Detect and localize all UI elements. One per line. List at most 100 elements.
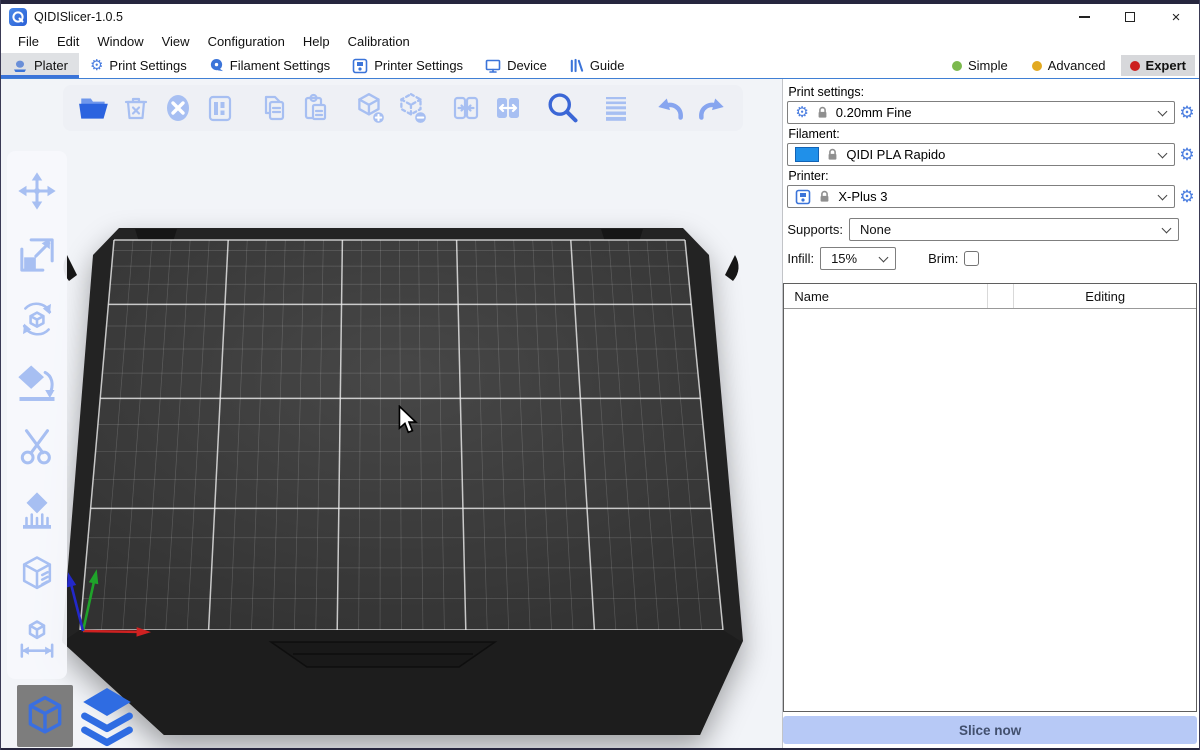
close-button[interactable]: × <box>1153 4 1199 30</box>
rotate-button[interactable] <box>15 297 59 341</box>
column-editing[interactable]: Editing <box>1014 284 1196 308</box>
printer-label: Printer: <box>788 169 1197 183</box>
menu-calibration[interactable]: Calibration <box>339 32 419 51</box>
paste-button[interactable] <box>295 87 337 129</box>
delete-all-button[interactable] <box>157 87 199 129</box>
close-icon: × <box>1172 10 1181 25</box>
open-folder-icon <box>77 91 111 125</box>
brim-checkbox[interactable] <box>964 251 979 266</box>
mode-label: Simple <box>968 58 1008 73</box>
maximize-button[interactable] <box>1107 4 1153 30</box>
copy-button[interactable] <box>253 87 295 129</box>
place-on-face-button[interactable] <box>15 361 59 405</box>
slice-now-button[interactable]: Slice now <box>783 716 1197 744</box>
printer-combo-icon <box>795 189 811 205</box>
mode-label: Expert <box>1146 58 1186 73</box>
cut-button[interactable] <box>15 425 59 469</box>
filament-label: Filament: <box>788 127 1197 141</box>
tab-guide[interactable]: Guide <box>558 53 636 78</box>
add-instance-icon <box>353 91 387 125</box>
menu-help[interactable]: Help <box>294 32 339 51</box>
split-to-objects-icon <box>450 92 482 124</box>
printer-combo[interactable]: X-Plus 3 <box>787 185 1175 208</box>
open-button[interactable] <box>73 87 115 129</box>
copy-icon <box>258 92 290 124</box>
app-logo-icon <box>9 8 27 26</box>
supports-value: None <box>860 222 891 237</box>
brim-label: Brim: <box>928 251 958 266</box>
printer-value: X-Plus 3 <box>838 189 887 204</box>
edit-filament-button[interactable]: ⚙ <box>1177 146 1197 163</box>
simple-dot-icon <box>952 61 962 71</box>
filament-combo[interactable]: QIDI PLA Rapido <box>787 143 1175 166</box>
preview-icon <box>79 685 135 747</box>
move-button[interactable] <box>15 169 59 213</box>
printer-icon <box>352 58 368 74</box>
mode-expert[interactable]: Expert <box>1121 55 1195 76</box>
3d-viewport[interactable] <box>1 79 783 750</box>
menu-edit[interactable]: Edit <box>48 32 88 51</box>
mode-advanced[interactable]: Advanced <box>1023 55 1115 76</box>
tab-label: Print Settings <box>109 58 186 73</box>
column-name[interactable]: Name <box>784 284 988 308</box>
advanced-dot-icon <box>1032 61 1042 71</box>
variable-layer-height-button[interactable] <box>595 87 637 129</box>
arrange-button[interactable] <box>199 87 241 129</box>
tab-plater[interactable]: Plater <box>1 53 79 78</box>
search-button[interactable] <box>541 87 583 129</box>
add-instance-button[interactable] <box>349 87 391 129</box>
scale-button[interactable] <box>15 233 59 277</box>
app-window: QIDISlicer-1.0.5 × File Edit Window View… <box>0 0 1200 750</box>
window-title: QIDISlicer-1.0.5 <box>34 10 123 24</box>
tab-label: Device <box>507 58 547 73</box>
menu-window[interactable]: Window <box>88 32 152 51</box>
titlebar: QIDISlicer-1.0.5 × <box>1 4 1199 30</box>
delete-icon <box>120 92 152 124</box>
search-icon <box>544 90 580 126</box>
menu-view[interactable]: View <box>153 32 199 51</box>
column-extruder[interactable] <box>988 284 1014 308</box>
chevron-down-icon <box>1158 148 1168 158</box>
minimize-icon <box>1079 16 1090 18</box>
mode-simple[interactable]: Simple <box>943 55 1017 76</box>
minimize-button[interactable] <box>1061 4 1107 30</box>
arrange-icon <box>204 92 236 124</box>
seam-painting-button[interactable] <box>15 553 59 597</box>
cut-icon <box>16 426 58 468</box>
tab-filament-settings[interactable]: Filament Settings <box>198 53 341 78</box>
tab-print-settings[interactable]: ⚙ Print Settings <box>79 53 198 78</box>
remove-instance-button[interactable] <box>391 87 433 129</box>
tab-label: Plater <box>34 58 68 73</box>
print-settings-combo[interactable]: ⚙ 0.20mm Fine <box>787 101 1175 124</box>
edit-printer-button[interactable]: ⚙ <box>1177 188 1197 205</box>
undo-button[interactable] <box>649 87 691 129</box>
filament-icon <box>209 58 224 73</box>
chevron-down-icon <box>1162 223 1172 233</box>
remove-instance-icon <box>395 91 429 125</box>
delete-all-icon <box>162 92 194 124</box>
object-list[interactable]: Name Editing <box>783 283 1197 712</box>
3d-editor-view-button[interactable] <box>17 685 73 747</box>
paint-on-supports-button[interactable] <box>15 489 59 533</box>
guide-icon <box>569 58 584 73</box>
split-to-parts-button[interactable] <box>487 87 529 129</box>
menu-file[interactable]: File <box>9 32 48 51</box>
tab-printer-settings[interactable]: Printer Settings <box>341 53 474 78</box>
preset-gear-icon: ⚙ <box>795 105 808 120</box>
redo-button[interactable] <box>691 87 733 129</box>
tab-label: Guide <box>590 58 625 73</box>
chevron-down-icon <box>879 252 889 262</box>
maximize-icon <box>1125 12 1135 22</box>
delete-button[interactable] <box>115 87 157 129</box>
supports-dropdown[interactable]: None <box>849 218 1179 241</box>
split-to-objects-button[interactable] <box>445 87 487 129</box>
split-to-parts-icon <box>492 92 524 124</box>
left-toolbar <box>7 151 67 679</box>
measure-button[interactable] <box>15 617 59 661</box>
tab-device[interactable]: Device <box>474 53 558 78</box>
infill-dropdown[interactable]: 15% <box>820 247 896 270</box>
menu-configuration[interactable]: Configuration <box>199 32 294 51</box>
preview-button[interactable] <box>79 685 135 747</box>
edit-print-settings-button[interactable]: ⚙ <box>1177 104 1197 121</box>
place-on-face-icon <box>16 362 58 404</box>
